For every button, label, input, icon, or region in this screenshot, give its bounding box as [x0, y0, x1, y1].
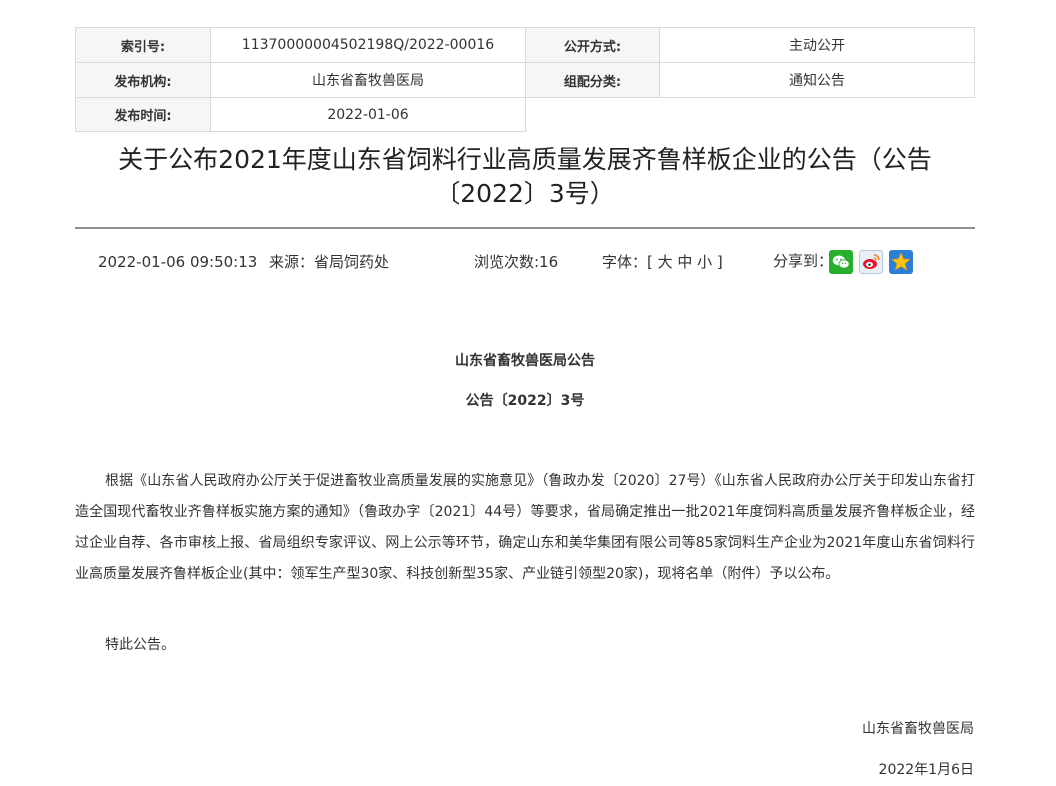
- metadata-table: 索引号: 11370000004502198Q/2022-00016 公开方式:…: [75, 27, 975, 132]
- notice-heading: 山东省畜牧兽医局公告: [455, 353, 595, 369]
- body-paragraph-2: 特此公告。: [105, 637, 175, 653]
- title-divider: [75, 227, 975, 229]
- view-count: 浏览次数:16: [474, 253, 559, 271]
- article-datetime: 2022-01-06 09:50:13: [98, 253, 258, 271]
- article-title-line1: 关于公布2021年度山东省饲料行业高质量发展齐鲁样板企业的公告（公告: [118, 145, 932, 174]
- weibo-icon[interactable]: [859, 250, 883, 274]
- article-title-line2: 〔2022〕3号）: [435, 179, 615, 208]
- publish-date-label: 发布时间:: [75, 97, 211, 132]
- publisher-label: 发布机构:: [75, 62, 211, 98]
- open-method-value: 主动公开: [659, 27, 975, 63]
- publisher-value: 山东省畜牧兽医局: [210, 62, 526, 98]
- font-size-switcher[interactable]: 字体：[ 大 中 小 ]: [602, 252, 723, 272]
- open-method-label: 公开方式:: [525, 27, 660, 63]
- qzone-icon[interactable]: [889, 250, 913, 274]
- wechat-icon[interactable]: [829, 250, 853, 274]
- category-label: 组配分类:: [525, 62, 660, 98]
- article-title: 关于公布2021年度山东省饲料行业高质量发展齐鲁样板企业的公告（公告 〔2022…: [75, 143, 975, 211]
- article-source: 来源：省局饲药处: [269, 253, 390, 271]
- index-value: 11370000004502198Q/2022-00016: [210, 27, 526, 63]
- share-label: 分享到：: [773, 252, 834, 270]
- body-paragraph-1: 根据《山东省人民政府办公厅关于促进畜牧业高质量发展的实施意见》（鲁政办发〔202…: [75, 473, 975, 582]
- notice-number: 公告〔2022〕3号: [465, 393, 585, 409]
- publish-date-value: 2022-01-06: [210, 97, 526, 132]
- signature-date: 2022年1月6日: [878, 762, 974, 778]
- category-value: 通知公告: [659, 62, 975, 98]
- signature-organization: 山东省畜牧兽医局: [862, 721, 974, 737]
- index-label: 索引号:: [75, 27, 211, 63]
